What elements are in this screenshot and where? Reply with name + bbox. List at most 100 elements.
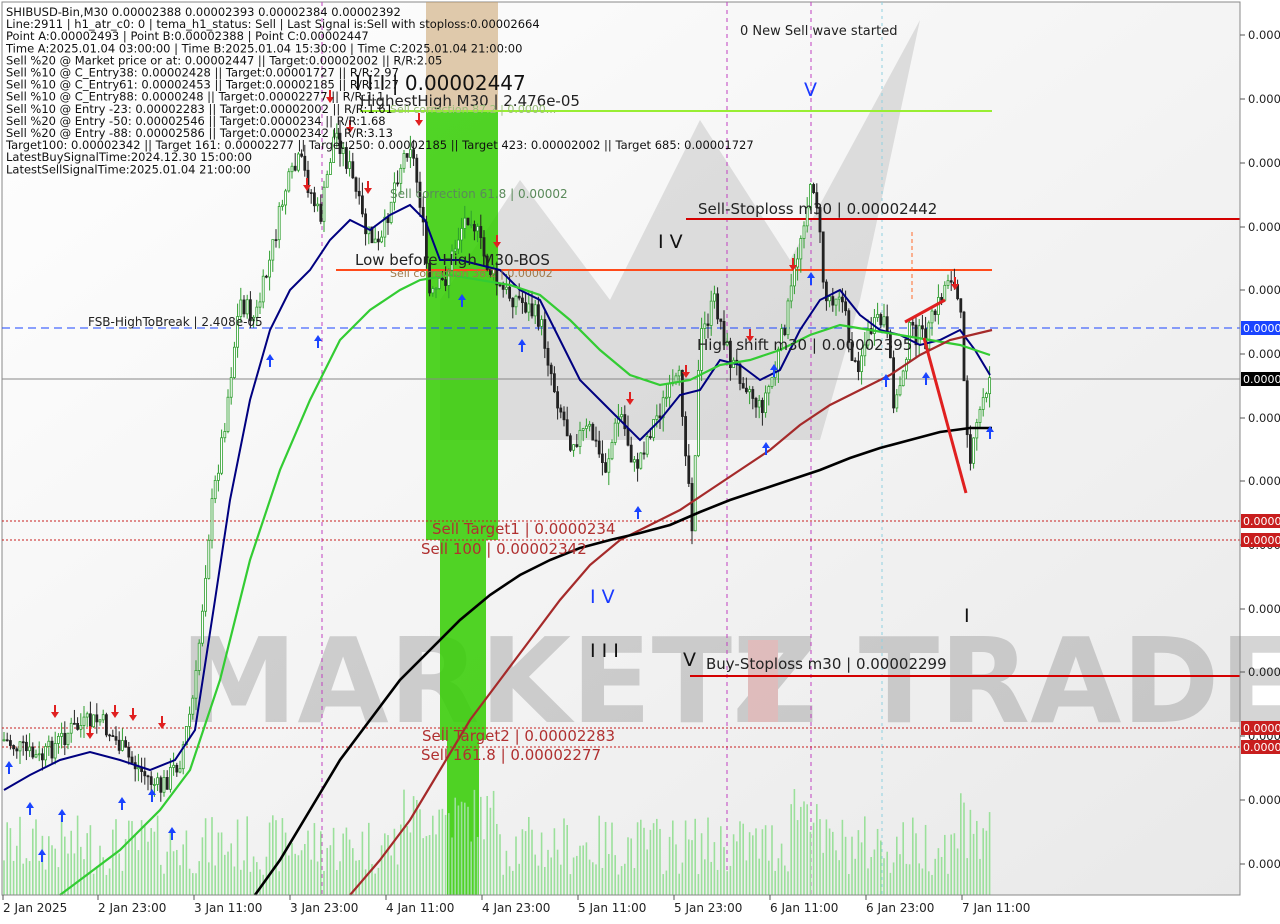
candle-body — [757, 399, 761, 408]
candle-body — [162, 777, 166, 793]
price-chart[interactable]: MARKETZ TRADE SHIBUSD-Bin,M30 0.00002388… — [0, 0, 1280, 920]
price-tick-label: 0.0000 — [1248, 28, 1280, 42]
candle-body — [665, 396, 668, 399]
candle-body — [207, 539, 211, 579]
candle-body — [697, 370, 700, 457]
candle-body — [767, 386, 771, 394]
chart-window[interactable]: MARKETZ TRADE SHIBUSD-Bin,M30 0.00002388… — [0, 0, 1280, 920]
sell-1618-label: Sell 161.8 | 0.00002277 — [421, 746, 601, 764]
candle-body — [946, 280, 950, 286]
candle-body — [975, 422, 979, 439]
candle-body — [751, 389, 755, 399]
time-tick-label: 2 Jan 2025 — [3, 901, 67, 915]
header-line: LatestSellSignalTime:2025.01.04 21:00:00 — [6, 162, 251, 176]
time-tick-label: 5 Jan 23:00 — [674, 901, 742, 915]
candle-body — [578, 429, 582, 447]
candle-body — [540, 319, 543, 327]
candle-body — [101, 714, 105, 721]
candle-body — [348, 161, 352, 169]
candle-body — [629, 444, 633, 463]
candle-body — [124, 740, 127, 748]
svg-text:0.0000: 0.0000 — [1243, 515, 1280, 528]
price-tick-label: 0.0000 — [1248, 474, 1280, 488]
candle-body — [601, 453, 604, 463]
candle-body — [24, 741, 28, 752]
sell-target1-label: Sell Target1 | 0.0000234 — [432, 520, 616, 538]
candle-body — [92, 714, 95, 728]
candle-body — [738, 363, 742, 384]
candle-body — [684, 416, 687, 457]
candle-body — [316, 203, 320, 207]
candle-body — [988, 377, 991, 395]
candle-body — [2, 739, 6, 742]
buy-stoploss-label: Buy-Stoploss m30 | 0.00002299 — [706, 655, 947, 673]
candle-body — [41, 753, 44, 761]
candle-body — [152, 784, 156, 786]
candle-body — [633, 459, 636, 463]
candle-body — [60, 732, 63, 737]
candle-body — [284, 190, 288, 206]
candle-body — [146, 775, 150, 778]
candle-body — [969, 434, 972, 464]
candle-body — [687, 455, 691, 484]
candle-body — [28, 746, 32, 752]
sell-correction-87-label: Sell correction 87.2 | 0.0000... — [390, 103, 556, 116]
candle-body — [892, 357, 895, 409]
candle-body — [309, 192, 313, 194]
candle-body — [549, 364, 553, 375]
candle-body — [853, 360, 857, 362]
candle-body — [415, 157, 419, 183]
price-badge: 0.0000 — [1241, 514, 1280, 528]
price-tick-label: 0.0000 — [1248, 347, 1280, 361]
sell-stoploss-label: Sell-Stoploss m30 | 0.00002442 — [698, 200, 937, 218]
candle-body — [770, 377, 774, 387]
candle-body — [105, 714, 108, 736]
candle-body — [937, 297, 940, 315]
candle-body — [828, 296, 831, 302]
candle-body — [319, 203, 323, 222]
sell-100-label: Sell 100 | 0.00002342 — [421, 540, 587, 558]
candle-body — [21, 741, 25, 744]
candle-body — [898, 385, 902, 396]
candle-body — [901, 370, 905, 387]
time-tick-label: 3 Jan 23:00 — [290, 901, 358, 915]
candle-body — [351, 161, 355, 179]
candle-body — [204, 577, 208, 612]
candle-body — [85, 713, 89, 718]
candle-body — [655, 415, 659, 420]
time-tick-label: 6 Jan 23:00 — [866, 901, 934, 915]
candle-body — [636, 459, 639, 469]
price-tick-label: 0.0000 — [1248, 857, 1280, 871]
candle-body — [895, 394, 899, 409]
candle-body — [258, 301, 262, 308]
candle-body — [521, 297, 524, 304]
candle-body — [434, 288, 438, 290]
wave-IV-low-label: I V — [590, 586, 615, 608]
candle-body — [271, 239, 275, 261]
candle-body — [200, 610, 204, 644]
candle-body — [479, 226, 483, 239]
candle-body — [911, 321, 915, 326]
candle-body — [175, 764, 179, 773]
candle-body — [812, 184, 815, 193]
candle-body — [389, 201, 393, 223]
candle-body — [5, 739, 9, 742]
candle-body — [799, 238, 803, 260]
price-tick-label: 0.0000 — [1248, 793, 1280, 807]
candle-body — [741, 383, 745, 389]
candle-body — [168, 767, 172, 790]
candle-body — [76, 723, 79, 730]
candle-body — [642, 452, 646, 455]
candle-body — [165, 777, 169, 790]
candle-body — [585, 425, 588, 429]
fsb-high-label: FSB-HighToBreak | 2.408e-05 — [88, 315, 263, 329]
candle-body — [565, 419, 569, 437]
candle-body — [402, 153, 406, 169]
candle-body — [716, 293, 719, 320]
candle-body — [802, 225, 806, 239]
candle-body — [978, 409, 982, 423]
svg-text:0.0000: 0.0000 — [1243, 534, 1280, 547]
sell-correction-618-label: Sell correction 61.8 | 0.00002 — [390, 187, 568, 201]
candle-body — [277, 206, 281, 241]
candle-body — [325, 174, 329, 188]
